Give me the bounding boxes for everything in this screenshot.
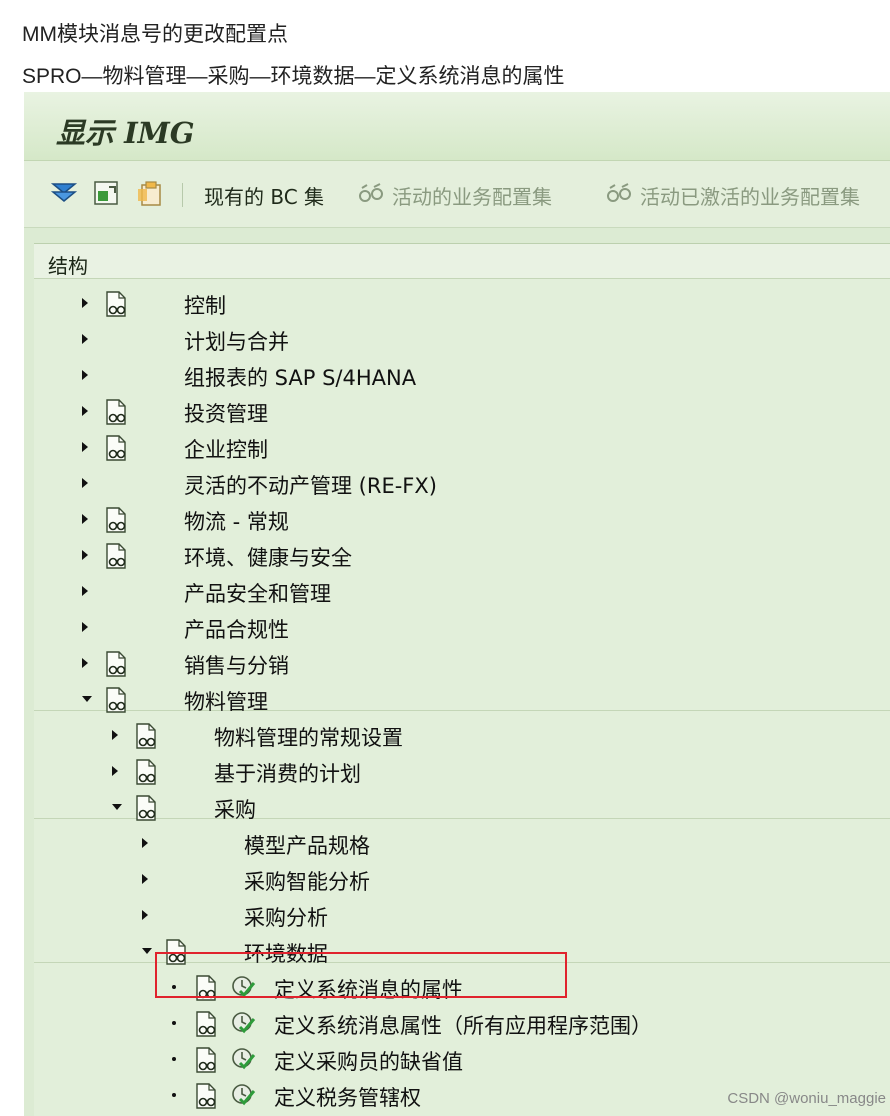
execute-activity-icon[interactable] <box>230 1082 256 1108</box>
collapse-arrow-icon[interactable] <box>82 696 92 702</box>
expand-arrow-icon[interactable] <box>112 766 118 776</box>
expand-arrow-icon[interactable] <box>142 910 148 920</box>
tree-node[interactable]: 销售与分销 <box>34 646 890 682</box>
tree-node[interactable]: 企业控制 <box>34 430 890 466</box>
documentation-icon[interactable] <box>194 1082 218 1110</box>
tree-node[interactable]: 采购分析 <box>34 898 890 934</box>
expand-icon[interactable] <box>50 179 78 207</box>
title-bar: 显示 IMG <box>24 92 890 161</box>
tree-node-label[interactable]: 采购 <box>214 794 256 824</box>
active-business-config-set-button[interactable]: 活动的业务配置集 <box>392 181 552 210</box>
tree-node[interactable]: 环境、健康与安全 <box>34 538 890 574</box>
documentation-icon[interactable] <box>194 1010 218 1038</box>
tree-node-label[interactable]: 灵活的不动产管理 (RE-FX) <box>184 470 437 500</box>
tree-node-label[interactable]: 定义系统消息属性（所有应用程序范围） <box>274 1010 652 1040</box>
tree-node-label[interactable]: 物料管理 <box>184 686 268 716</box>
expand-arrow-icon[interactable] <box>82 406 88 416</box>
tree-node[interactable]: 模型产品规格 <box>34 826 890 862</box>
tree-node[interactable]: 控制 <box>34 286 890 322</box>
tree-node-label[interactable]: 环境、健康与安全 <box>184 542 352 572</box>
activated-business-config-set-button[interactable]: 活动已激活的业务配置集 <box>640 181 860 210</box>
window-title: 显示 IMG <box>56 116 195 150</box>
tree-node-label[interactable]: 企业控制 <box>184 434 268 464</box>
collapse-arrow-icon[interactable] <box>112 804 122 810</box>
tree-node[interactable]: 定义系统消息属性（所有应用程序范围） <box>34 1006 890 1042</box>
tree-node[interactable]: 物料管理 <box>34 682 890 718</box>
current-bc-set-button[interactable]: 现有的 BC 集 <box>204 181 324 210</box>
expand-arrow-icon[interactable] <box>82 370 88 380</box>
tree-node[interactable]: 产品安全和管理 <box>34 574 890 610</box>
documentation-icon[interactable] <box>104 434 128 462</box>
highlight-box <box>155 952 567 998</box>
leaf-bullet-icon <box>172 1057 176 1061</box>
tree-node-label[interactable]: 物流 - 常规 <box>184 506 289 536</box>
tree-node[interactable]: 定义采购员的缺省值 <box>34 1042 890 1078</box>
documentation-icon[interactable] <box>104 686 128 714</box>
expand-arrow-icon[interactable] <box>82 622 88 632</box>
expand-arrow-icon[interactable] <box>82 478 88 488</box>
documentation-icon[interactable] <box>104 542 128 570</box>
tree-node[interactable]: 产品合规性 <box>34 610 890 646</box>
intro-line-2: SPRO—物料管理—采购—环境数据—定义系统消息的属性 <box>22 65 565 88</box>
watermark: CSDN @woniu_maggie <box>727 1090 886 1107</box>
toolbar-separator <box>182 183 183 207</box>
expand-arrow-icon[interactable] <box>82 334 88 344</box>
documentation-icon[interactable] <box>104 290 128 318</box>
tree-node-label[interactable]: 物料管理的常规设置 <box>214 722 403 752</box>
intro-line-1: MM模块消息号的更改配置点 <box>22 23 288 46</box>
expand-arrow-icon[interactable] <box>142 838 148 848</box>
expand-arrow-icon[interactable] <box>82 298 88 308</box>
documentation-icon[interactable] <box>104 650 128 678</box>
tree-node[interactable]: 灵活的不动产管理 (RE-FX) <box>34 466 890 502</box>
tree-node[interactable]: 物流 - 常规 <box>34 502 890 538</box>
tree-node-label[interactable]: 采购分析 <box>244 902 328 932</box>
expand-arrow-icon[interactable] <box>82 514 88 524</box>
structure-header-label: 结构 <box>48 254 88 278</box>
tree-node-label[interactable]: 定义采购员的缺省值 <box>274 1046 463 1076</box>
tree-node-label[interactable]: 控制 <box>184 290 226 320</box>
leaf-bullet-icon <box>172 1093 176 1097</box>
tree-node-label[interactable]: 组报表的 SAP S/4HANA <box>184 362 416 392</box>
tree-node[interactable]: 采购 <box>34 790 890 826</box>
execute-activity-icon[interactable] <box>230 1010 256 1036</box>
documentation-icon[interactable] <box>104 398 128 426</box>
glasses-icon <box>607 183 631 202</box>
expand-arrow-icon[interactable] <box>82 442 88 452</box>
expand-arrow-icon[interactable] <box>82 586 88 596</box>
tree-node-label[interactable]: 投资管理 <box>184 398 268 428</box>
expand-arrow-icon[interactable] <box>82 658 88 668</box>
structure-header: 结构 <box>34 244 890 279</box>
execute-activity-icon[interactable] <box>230 1046 256 1072</box>
expand-arrow-icon[interactable] <box>82 550 88 560</box>
tree-node-label[interactable]: 销售与分销 <box>184 650 289 680</box>
leaf-bullet-icon <box>172 1021 176 1025</box>
clipboard-icon[interactable] <box>136 179 164 207</box>
documentation-icon[interactable] <box>104 506 128 534</box>
tree-node[interactable]: 投资管理 <box>34 394 890 430</box>
application-toolbar: 现有的 BC 集 活动的业务配置集 活动已激活的业务配置集 <box>24 161 890 228</box>
tree-node-label[interactable]: 基于消费的计划 <box>214 758 361 788</box>
expand-arrow-icon[interactable] <box>112 730 118 740</box>
tree-node-label[interactable]: 计划与合并 <box>184 326 289 356</box>
glasses-icon <box>359 183 383 202</box>
documentation-icon[interactable] <box>134 758 158 786</box>
tree-node[interactable]: 采购智能分析 <box>34 862 890 898</box>
tree-node[interactable]: 组报表的 SAP S/4HANA <box>34 358 890 394</box>
tree-node-label[interactable]: 定义税务管辖权 <box>274 1082 421 1112</box>
tree-node-label[interactable]: 模型产品规格 <box>244 830 370 860</box>
tree-node-label[interactable]: 采购智能分析 <box>244 866 370 896</box>
tree-node[interactable]: 基于消费的计划 <box>34 754 890 790</box>
documentation-icon[interactable] <box>134 722 158 750</box>
expand-arrow-icon[interactable] <box>142 874 148 884</box>
documentation-icon[interactable] <box>134 794 158 822</box>
find-icon[interactable] <box>92 179 120 207</box>
tree-node-label[interactable]: 产品合规性 <box>184 614 289 644</box>
tree-node[interactable]: 计划与合并 <box>34 322 890 358</box>
tree-node-label[interactable]: 产品安全和管理 <box>184 578 331 608</box>
documentation-icon[interactable] <box>194 1046 218 1074</box>
collapse-arrow-icon[interactable] <box>142 948 152 954</box>
tree-node[interactable]: 物料管理的常规设置 <box>34 718 890 754</box>
